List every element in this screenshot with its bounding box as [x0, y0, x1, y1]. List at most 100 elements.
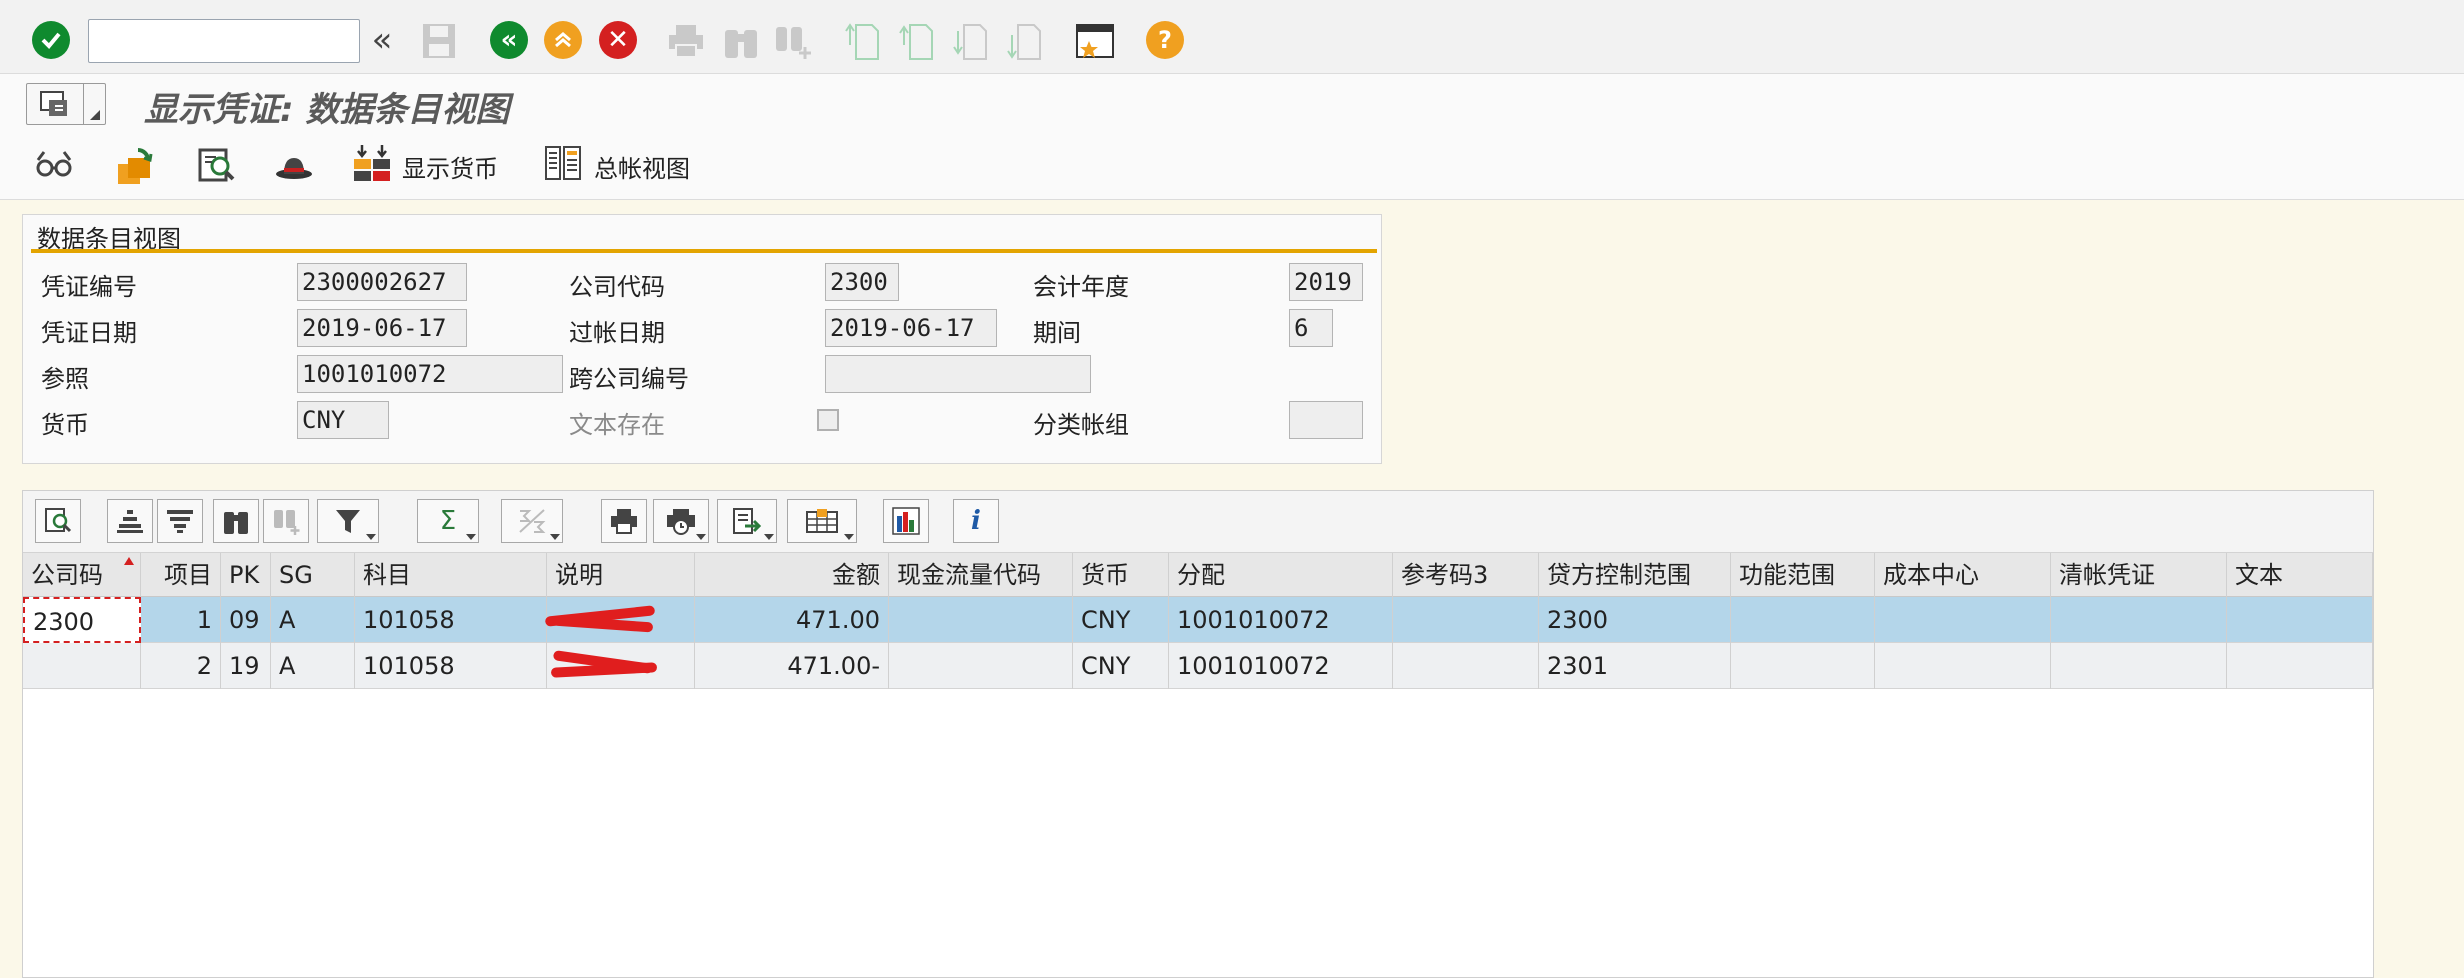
cashflow-cell[interactable]: [889, 643, 1073, 689]
account-cell[interactable]: 101058: [355, 643, 547, 689]
sum-icon[interactable]: Σ: [417, 499, 479, 543]
gl-view-button[interactable]: 总帐视图: [544, 144, 690, 188]
text-cell[interactable]: [2227, 597, 2373, 643]
display-currency-button[interactable]: 显示货币: [352, 144, 498, 188]
posting-date-field[interactable]: 2019-06-17: [825, 309, 997, 347]
cost-center-cell[interactable]: [1875, 643, 2051, 689]
clearing-doc-cell[interactable]: [2051, 597, 2227, 643]
display-icon[interactable]: [34, 144, 74, 188]
column-header[interactable]: 功能范围: [1731, 553, 1875, 597]
filter-icon[interactable]: [317, 499, 379, 543]
fiscal-year-field[interactable]: 2019: [1289, 263, 1363, 301]
find-next-icon[interactable]: [772, 20, 814, 62]
views-icon[interactable]: [653, 499, 709, 543]
functional-area-cell[interactable]: [1731, 597, 1875, 643]
column-header[interactable]: 项目: [141, 553, 221, 597]
ledger-group-field[interactable]: [1289, 401, 1363, 439]
reference-label: 参照: [41, 365, 89, 393]
currency-field[interactable]: CNY: [297, 401, 389, 439]
table-row[interactable]: 2300 1 09 A 101058 471.00 CNY 1001010072…: [23, 597, 2373, 643]
cashflow-cell[interactable]: [889, 597, 1073, 643]
pk-cell[interactable]: 19: [221, 643, 271, 689]
period-label: 期间: [1033, 319, 1081, 347]
sg-cell[interactable]: A: [271, 597, 355, 643]
first-page-icon[interactable]: [842, 20, 882, 62]
enter-icon[interactable]: [32, 21, 70, 59]
back-history-icon[interactable]: «: [364, 20, 400, 60]
new-session-icon[interactable]: [1074, 20, 1116, 62]
save-icon[interactable]: [418, 20, 460, 62]
currency-cell[interactable]: CNY: [1073, 597, 1169, 643]
column-header[interactable]: 公司码: [23, 553, 141, 597]
account-cell[interactable]: 101058: [355, 597, 547, 643]
column-header[interactable]: 现金流量代码: [889, 553, 1073, 597]
credit-control-cell[interactable]: 2300: [1539, 597, 1731, 643]
subtotal-icon[interactable]: [501, 499, 563, 543]
assignment-cell[interactable]: 1001010072: [1169, 597, 1393, 643]
cancel-icon[interactable]: ✕: [599, 21, 637, 59]
company-code-cell[interactable]: [23, 643, 141, 689]
exit-icon[interactable]: [544, 21, 582, 59]
credit-control-cell[interactable]: 2301: [1539, 643, 1731, 689]
sort-descending-icon[interactable]: [157, 499, 203, 543]
column-header[interactable]: PK: [221, 553, 271, 597]
period-field[interactable]: 6: [1289, 309, 1333, 347]
column-header[interactable]: 贷方控制范围: [1539, 553, 1731, 597]
clearing-doc-cell[interactable]: [2051, 643, 2227, 689]
reference-field[interactable]: 1001010072: [297, 355, 563, 393]
text-exists-checkbox[interactable]: [817, 409, 839, 431]
document-overview-icon[interactable]: [196, 144, 236, 188]
table-row[interactable]: 2 19 A 101058 471.00- CNY 1001010072 230…: [23, 643, 2373, 689]
column-header[interactable]: 分配: [1169, 553, 1393, 597]
info-icon[interactable]: i: [953, 499, 999, 543]
amount-cell[interactable]: 471.00-: [695, 643, 889, 689]
change-icon[interactable]: [114, 144, 154, 188]
item-cell[interactable]: 1: [141, 597, 221, 643]
currency-cell[interactable]: CNY: [1073, 643, 1169, 689]
assignment-cell[interactable]: 1001010072: [1169, 643, 1393, 689]
back-icon[interactable]: «: [490, 21, 528, 59]
company-code-field[interactable]: 2300: [825, 263, 899, 301]
column-header[interactable]: 成本中心: [1875, 553, 2051, 597]
graphic-icon[interactable]: [883, 499, 929, 543]
print-icon[interactable]: [664, 20, 708, 62]
functional-area-cell[interactable]: [1731, 643, 1875, 689]
doc-date-field[interactable]: 2019-06-17: [297, 309, 467, 347]
layout-icon[interactable]: [787, 499, 857, 543]
print-icon[interactable]: [601, 499, 647, 543]
find-icon[interactable]: [213, 499, 259, 543]
details-icon[interactable]: [35, 499, 81, 543]
find-next-icon[interactable]: [263, 499, 309, 543]
column-header-label: 公司码: [31, 561, 103, 589]
column-header[interactable]: 货币: [1073, 553, 1169, 597]
export-icon[interactable]: [717, 499, 777, 543]
last-page-icon[interactable]: [1004, 20, 1044, 62]
column-header[interactable]: SG: [271, 553, 355, 597]
cost-center-cell[interactable]: [1875, 597, 2051, 643]
text-cell[interactable]: [2227, 643, 2373, 689]
column-header[interactable]: 文本: [2227, 553, 2373, 597]
help-icon[interactable]: ?: [1146, 21, 1184, 59]
column-header[interactable]: 说明: [547, 553, 695, 597]
company-code-cell[interactable]: 2300: [23, 597, 141, 643]
doc-number-field[interactable]: 2300002627: [297, 263, 467, 301]
sort-ascending-icon[interactable]: [107, 499, 153, 543]
item-cell[interactable]: 2: [141, 643, 221, 689]
sg-cell[interactable]: A: [271, 643, 355, 689]
find-icon[interactable]: [720, 20, 762, 62]
pk-cell[interactable]: 09: [221, 597, 271, 643]
column-header[interactable]: 科目: [355, 553, 547, 597]
ref3-cell[interactable]: [1393, 597, 1539, 643]
menu-button[interactable]: [26, 83, 106, 125]
cross-company-field[interactable]: [825, 355, 1091, 393]
column-header[interactable]: 金额: [695, 553, 889, 597]
next-page-icon[interactable]: [950, 20, 990, 62]
hat-icon[interactable]: [274, 144, 314, 188]
column-header[interactable]: 清帐凭证: [2051, 553, 2227, 597]
column-header[interactable]: 参考码3: [1393, 553, 1539, 597]
doc-date-label: 凭证日期: [41, 319, 137, 347]
ref3-cell[interactable]: [1393, 643, 1539, 689]
command-field[interactable]: [88, 19, 360, 63]
amount-cell[interactable]: 471.00: [695, 597, 889, 643]
previous-page-icon[interactable]: [896, 20, 936, 62]
